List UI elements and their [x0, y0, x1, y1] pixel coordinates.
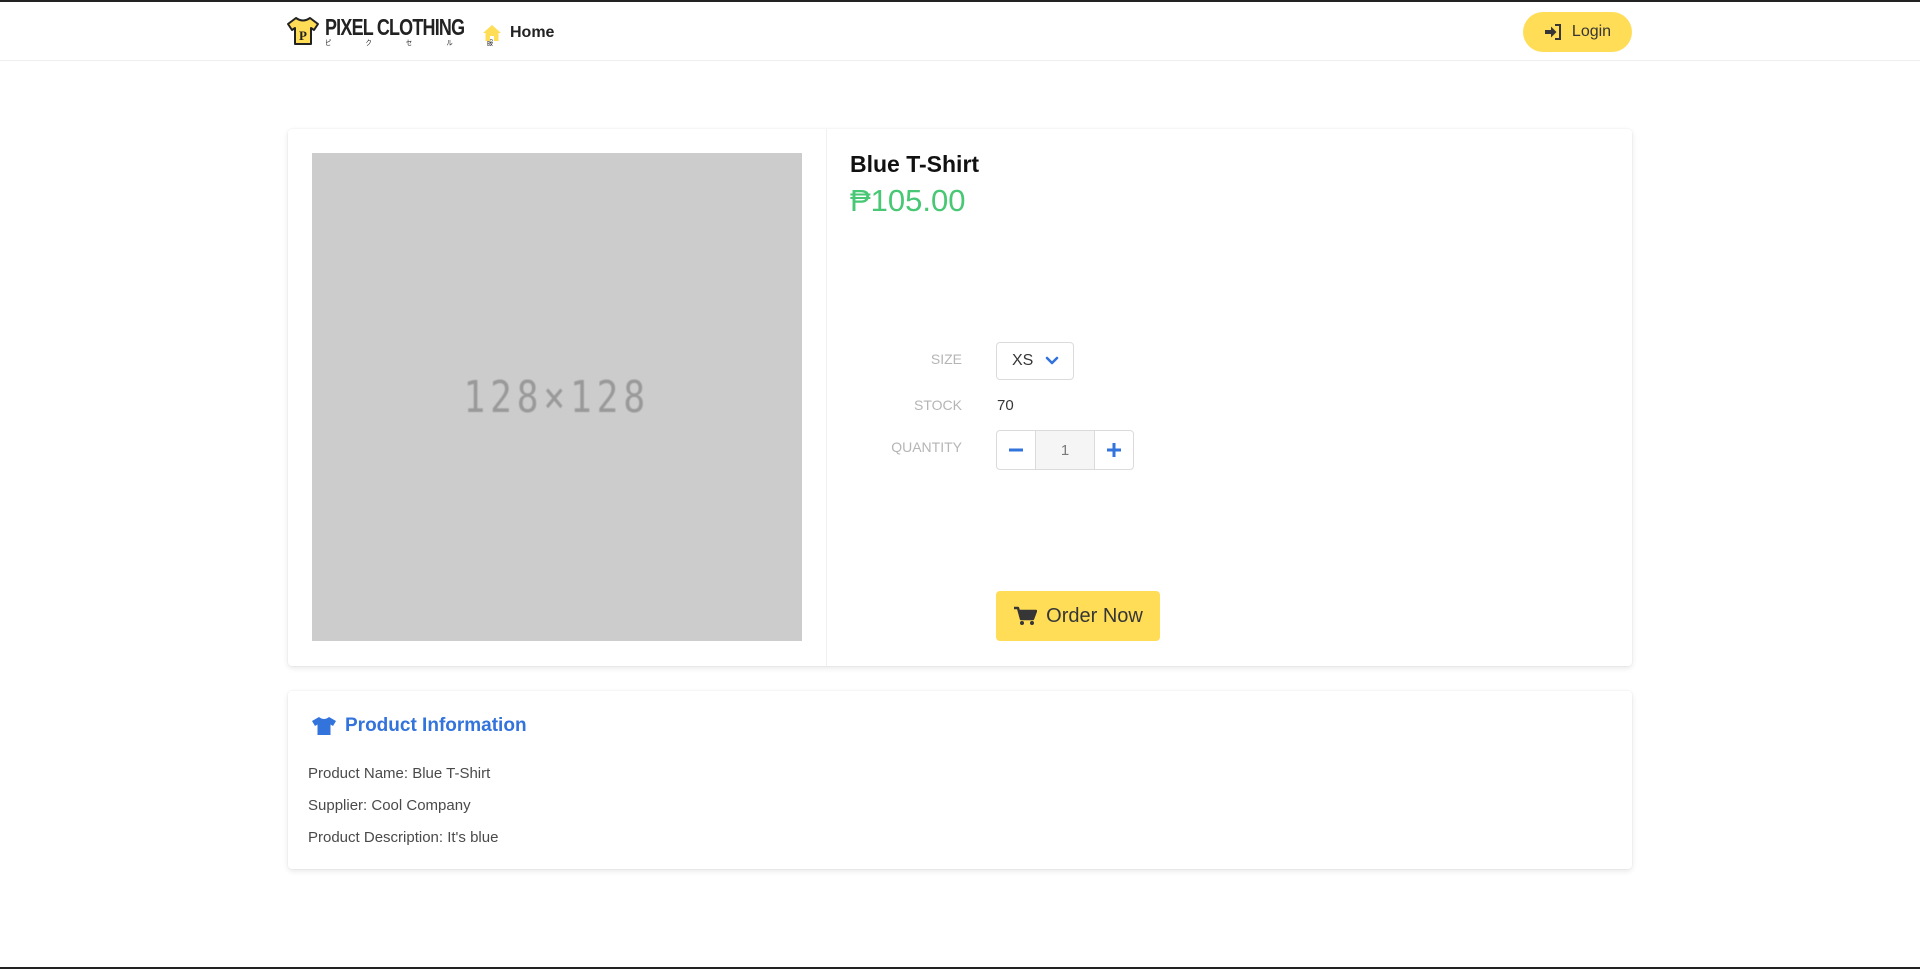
size-select[interactable]: XS — [996, 342, 1074, 380]
chevron-down-icon — [1045, 356, 1059, 365]
plus-icon — [1107, 443, 1121, 457]
product-card: 128×128 Blue T-Shirt ₱105.00 SIZE XS STO… — [288, 129, 1632, 666]
login-label: Login — [1571, 23, 1612, 40]
product-info-title: Product Information — [345, 715, 527, 736]
order-now-button[interactable]: Order Now — [996, 591, 1160, 641]
product-image: 128×128 — [312, 153, 802, 641]
minus-icon — [1009, 448, 1023, 452]
quantity-increase-button[interactable] — [1094, 430, 1134, 470]
quantity-input[interactable]: 1 — [1036, 430, 1094, 470]
quantity-stepper: 1 — [996, 430, 1134, 470]
svg-text:P: P — [299, 28, 307, 43]
tshirt-icon — [312, 717, 336, 735]
nav-home-link[interactable]: Home — [482, 21, 554, 45]
product-name: Blue T-Shirt — [850, 151, 980, 177]
quantity-label: QUANTITY — [891, 439, 962, 455]
info-supplier: Supplier: Cool Company — [308, 797, 471, 814]
info-description: Product Description: It's blue — [308, 829, 499, 846]
product-info-card: Product Information Product Name: Blue T… — [288, 691, 1632, 869]
product-price: ₱105.00 — [850, 183, 966, 218]
shopping-cart-icon — [1014, 606, 1038, 625]
sign-in-icon — [1544, 24, 1561, 40]
home-icon — [483, 25, 501, 41]
image-placeholder-text: 128×128 — [463, 371, 651, 423]
login-button[interactable]: Login — [1523, 12, 1632, 52]
nav-home-label: Home — [510, 24, 555, 41]
size-value: XS — [1012, 352, 1034, 369]
product-image-column: 128×128 — [288, 129, 827, 666]
stock-value: 70 — [997, 397, 1014, 414]
tshirt-logo-icon: P — [287, 17, 319, 45]
brand-name: PIXEL CLOTHING — [325, 13, 465, 40]
size-label: SIZE — [930, 351, 962, 367]
info-product-name: Product Name: Blue T-Shirt — [308, 765, 491, 782]
product-info-heading: Product Information — [311, 715, 527, 737]
quantity-decrease-button[interactable] — [996, 430, 1036, 470]
navbar: P PIXEL CLOTHING ピ ク セ ル 服 Home Login — [0, 2, 1920, 61]
stock-label: STOCK — [914, 397, 962, 413]
order-now-label: Order Now — [1046, 604, 1143, 627]
